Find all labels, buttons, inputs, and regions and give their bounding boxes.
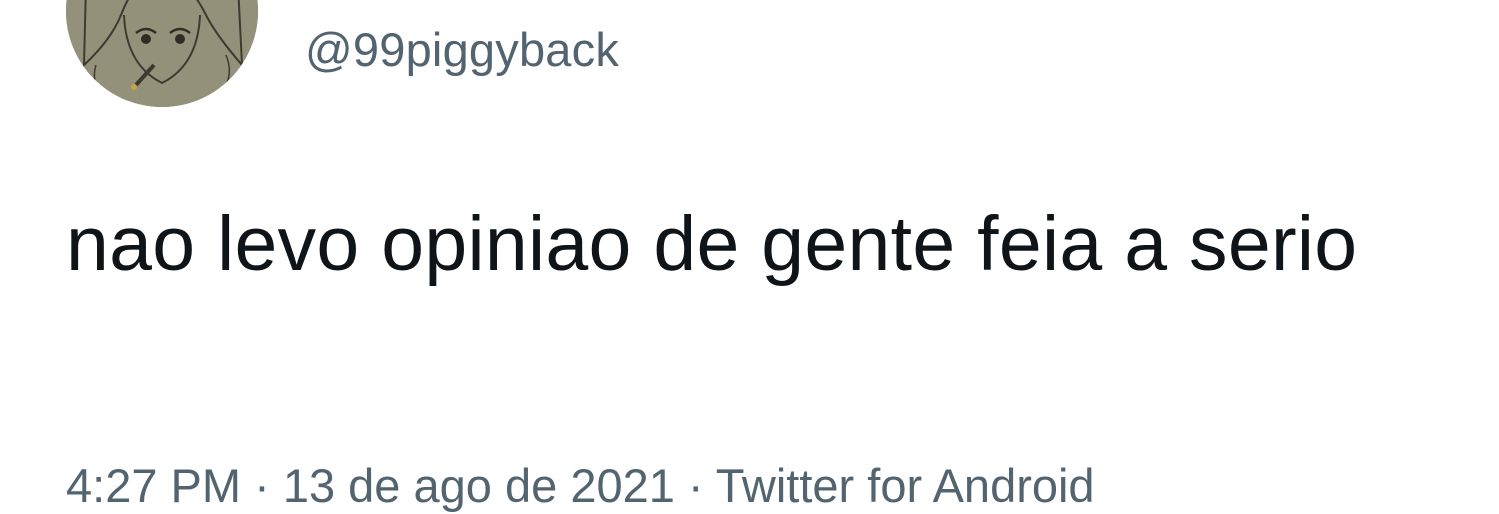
meta-separator: · xyxy=(674,459,716,512)
avatar-drawing xyxy=(66,0,258,107)
avatar[interactable] xyxy=(66,0,258,107)
tweet-text: nao levo opiniao de gente feia a serio xyxy=(66,201,1358,287)
meta-separator: · xyxy=(241,459,283,512)
tweet-date[interactable]: 13 de ago de 2021 xyxy=(283,459,675,512)
tweet-source[interactable]: Twitter for Android xyxy=(716,459,1095,512)
user-handle[interactable]: @99piggyback xyxy=(305,22,619,78)
tweet-time[interactable]: 4:27 PM xyxy=(66,459,241,512)
tweet-meta: 4:27 PM · 13 de ago de 2021 · Twitter fo… xyxy=(66,458,1095,514)
